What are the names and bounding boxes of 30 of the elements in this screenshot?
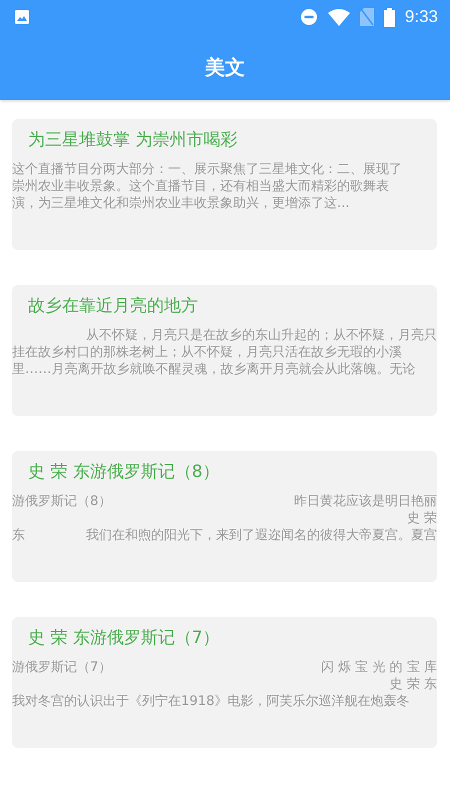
article-card[interactable]: 故乡在靠近月亮的地方 从不怀疑，月亮只是在故乡的东山升起的；从不怀疑，月亮只 挂在故乡村口的那株老树上；从不怀疑，月亮只活在故乡无瑕的小溪 里……月亮离开故乡就唤不醒灵魂，故乡离开月亮就会从此落魄。无论 <box>12 285 437 416</box>
do-not-disturb-icon <box>300 8 318 26</box>
article-excerpt-line: 史 荣 <box>406 510 437 527</box>
article-card[interactable]: 史 荣 东游俄罗斯记（8） 游俄罗斯记（8） 昨日黄花应该是明日艳丽 史 荣 东 我们在和煦的阳光下，来到了遐迩闻名的彼得大帝夏宫。夏宫 <box>12 451 437 582</box>
app-title: 美文 <box>205 54 245 80</box>
article-title: 史 荣 东游俄罗斯记（8） <box>28 461 221 484</box>
status-time: 9:33 <box>404 7 438 27</box>
article-card[interactable]: 史 荣 东游俄罗斯记（7） 游俄罗斯记（7） 闪 烁 宝 光 的 宝 库 史 荣 东 我对冬宫的认识出于《列宁在1918》电影，阿芙乐尔巡洋舰在炮轰冬 <box>12 617 437 748</box>
article-title: 为三星堆鼓掌 为崇州市喝彩 <box>28 129 238 152</box>
article-excerpt-line: 我们在和煦的阳光下，来到了遐迩闻名的彼得大帝夏宫。夏宫 <box>86 527 437 544</box>
article-excerpt-line: 这个直播节目分两大部分：一、展示聚焦了三星堆文化：二、展现了 <box>12 161 402 178</box>
article-excerpt-line: 昨日黄花应该是明日艳丽 <box>294 493 437 510</box>
article-excerpt-line: 史 荣 东 <box>390 676 437 693</box>
article-excerpt-line: 挂在故乡村口的那株老树上；从不怀疑，月亮只活在故乡无瑕的小溪 <box>12 344 402 361</box>
article-card[interactable]: 为三星堆鼓掌 为崇州市喝彩 这个直播节目分两大部分：一、展示聚焦了三星堆文化：二、展现了 崇州农业丰收景象。这个直播节目，还有相当盛大而精彩的歌舞表 演，为三星堆文化和崇州农业丰收景象助兴，更增添了这... <box>12 119 437 250</box>
article-excerpt-line: 崇州农业丰收景象。这个直播节目，还有相当盛大而精彩的歌舞表 <box>12 178 389 195</box>
article-excerpt-line: 闪 烁 宝 光 的 宝 库 <box>320 659 437 676</box>
no-sim-icon <box>360 8 374 26</box>
article-title: 史 荣 东游俄罗斯记（7） <box>28 627 221 650</box>
article-excerpt-line: 东 <box>12 527 25 544</box>
image-icon <box>14 9 30 25</box>
wifi-icon <box>328 8 350 26</box>
article-excerpt-line: 我对冬宫的认识出于《列宁在1918》电影，阿芙乐尔巡洋舰在炮轰冬 <box>12 693 410 710</box>
article-excerpt-line: 里……月亮离开故乡就唤不醒灵魂，故乡离开月亮就会从此落魄。无论 <box>12 361 416 378</box>
article-excerpt-line: 演，为三星堆文化和崇州农业丰收景象助兴，更增添了这... <box>12 195 350 212</box>
article-excerpt-line: 游俄罗斯记（8） <box>12 493 112 510</box>
article-excerpt-line: 从不怀疑，月亮只是在故乡的东山升起的；从不怀疑，月亮只 <box>86 327 437 344</box>
battery-icon <box>384 8 395 26</box>
article-excerpt-line: 游俄罗斯记（7） <box>12 659 112 676</box>
article-title: 故乡在靠近月亮的地方 <box>28 295 199 318</box>
